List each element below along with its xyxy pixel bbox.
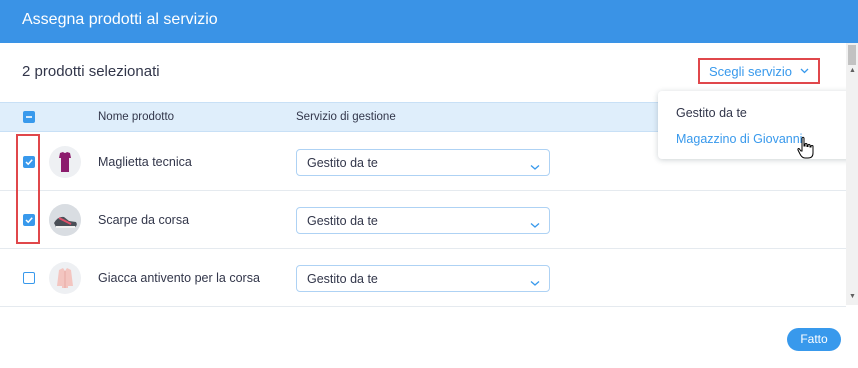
chevron-down-icon xyxy=(530,216,540,234)
chevron-down-icon xyxy=(530,158,540,176)
table-row: Scarpe da corsa Gestito da te xyxy=(0,191,846,249)
service-select[interactable]: Gestito da te xyxy=(296,149,550,176)
table-row: Giacca antivento per la corsa Gestito da… xyxy=(0,249,846,307)
service-select[interactable]: Gestito da te xyxy=(296,207,550,234)
scrollbar-thumb[interactable] xyxy=(848,45,856,65)
service-select-value: Gestito da te xyxy=(307,156,378,170)
hand-cursor-icon xyxy=(797,136,815,160)
choose-service-button[interactable]: Scegli servizio xyxy=(698,58,820,84)
service-dropdown-menu: Gestito da te Magazzino di Giovanni xyxy=(658,91,858,159)
chevron-down-icon xyxy=(530,274,540,292)
product-thumbnail xyxy=(49,204,81,236)
choose-service-label: Scegli servizio xyxy=(708,63,793,79)
row-checkbox[interactable] xyxy=(23,272,35,284)
service-select[interactable]: Gestito da te xyxy=(296,265,550,292)
dialog-title: Assegna prodotti al servizio xyxy=(22,11,218,28)
scroll-down-icon[interactable]: ▼ xyxy=(849,293,856,300)
service-select-value: Gestito da te xyxy=(307,214,378,228)
jacket-icon xyxy=(57,268,73,288)
chevron-down-icon xyxy=(800,66,809,77)
product-name: Maglietta tecnica xyxy=(98,155,192,169)
dropdown-option-self-managed[interactable]: Gestito da te xyxy=(676,106,747,120)
done-button[interactable]: Fatto xyxy=(787,328,841,351)
column-header-product: Nome prodotto xyxy=(98,111,175,123)
select-all-checkbox[interactable] xyxy=(23,111,35,123)
product-name: Scarpe da corsa xyxy=(98,213,190,227)
column-header-service: Servizio di gestione xyxy=(296,111,396,123)
vertical-scrollbar[interactable]: ▲ ▼ xyxy=(846,43,858,305)
selected-rows-highlight xyxy=(16,134,40,244)
product-name: Giacca antivento per la corsa xyxy=(98,271,260,285)
service-select-value: Gestito da te xyxy=(307,272,378,286)
product-thumbnail xyxy=(49,146,81,178)
shoes-icon xyxy=(49,204,81,236)
selected-count-label: 2 prodotti selezionati xyxy=(22,63,160,80)
product-thumbnail xyxy=(49,262,81,294)
dropdown-option-warehouse[interactable]: Magazzino di Giovanni xyxy=(676,132,802,146)
scroll-up-icon[interactable]: ▲ xyxy=(849,67,856,74)
tshirt-icon xyxy=(59,152,71,172)
dialog-header: Assegna prodotti al servizio xyxy=(0,0,858,43)
